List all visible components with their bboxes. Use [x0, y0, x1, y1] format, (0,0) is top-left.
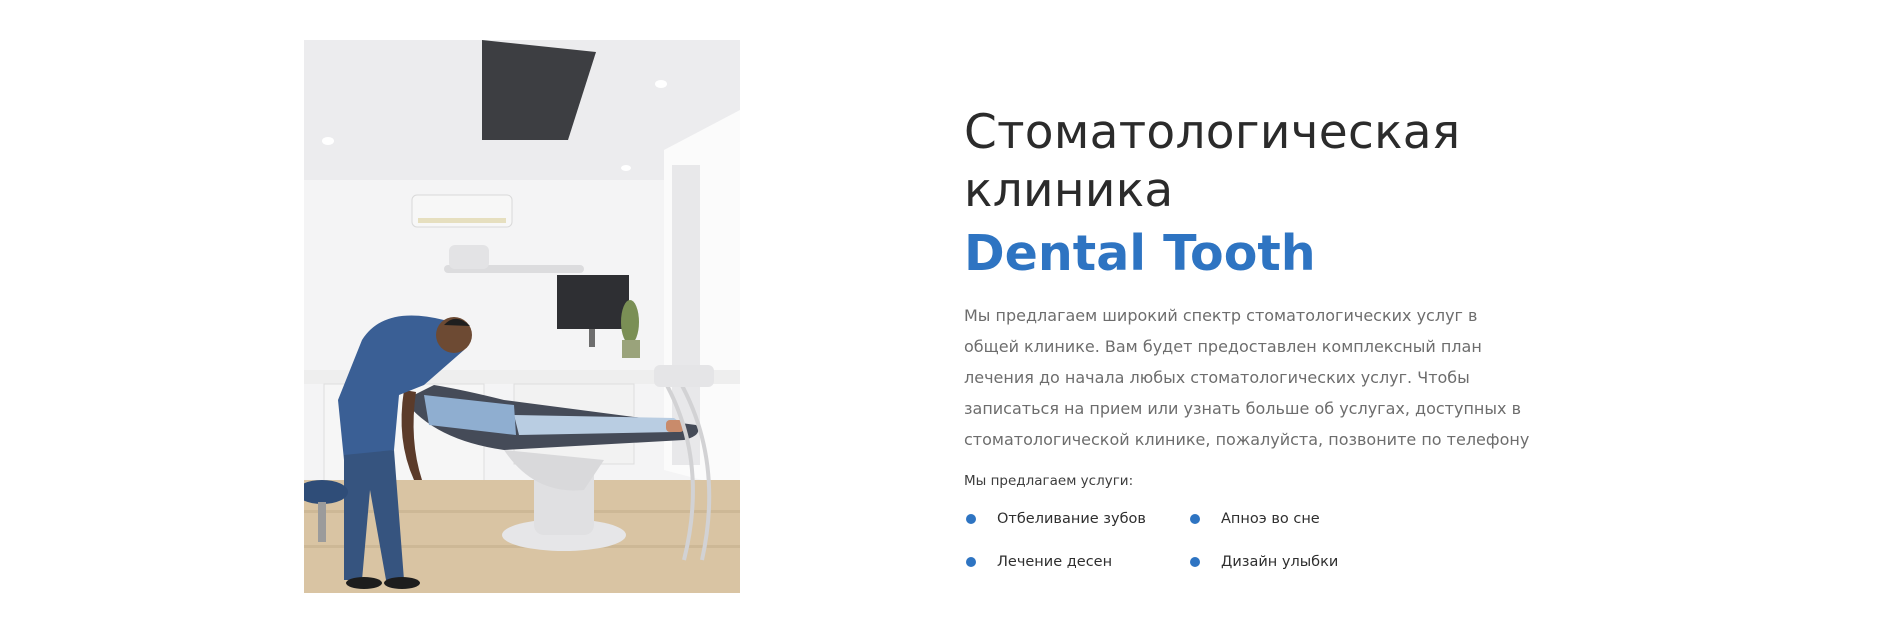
clinic-info: Стоматологическая клиника Dental Tooth М…	[964, 104, 1684, 574]
page: Стоматологическая клиника Dental Tooth М…	[0, 0, 1902, 643]
service-label: Лечение десен	[997, 554, 1113, 570]
service-item-teeth-whitening: Отбеливание зубов	[964, 507, 1188, 531]
service-label: Дизайн улыбки	[1221, 554, 1339, 570]
services-heading: Мы предлагаем услуги:	[964, 473, 1134, 489]
bullet-icon	[1190, 557, 1200, 567]
bullet-icon	[1190, 514, 1200, 524]
bullet-icon	[966, 514, 976, 524]
clinic-name: Dental Tooth	[964, 225, 1316, 282]
clinic-description: Мы предлагаем широкий спектр стоматологи…	[964, 306, 1530, 449]
bullet-icon	[966, 557, 976, 567]
service-label: Апноэ во сне	[1221, 511, 1320, 527]
service-label: Отбеливание зубов	[997, 511, 1146, 527]
service-item-sleep-apnea: Апноэ во сне	[1188, 507, 1412, 531]
services-list: Отбеливание зубов Апноэ во сне Лечение д…	[964, 507, 1684, 574]
service-item-smile-design: Дизайн улыбки	[1188, 550, 1412, 574]
page-title: Стоматологическая клиника	[964, 105, 1461, 218]
dental-clinic-photo	[304, 40, 740, 593]
dental-clinic-illustration	[304, 40, 740, 593]
service-item-gum-treatment: Лечение десен	[964, 550, 1188, 574]
